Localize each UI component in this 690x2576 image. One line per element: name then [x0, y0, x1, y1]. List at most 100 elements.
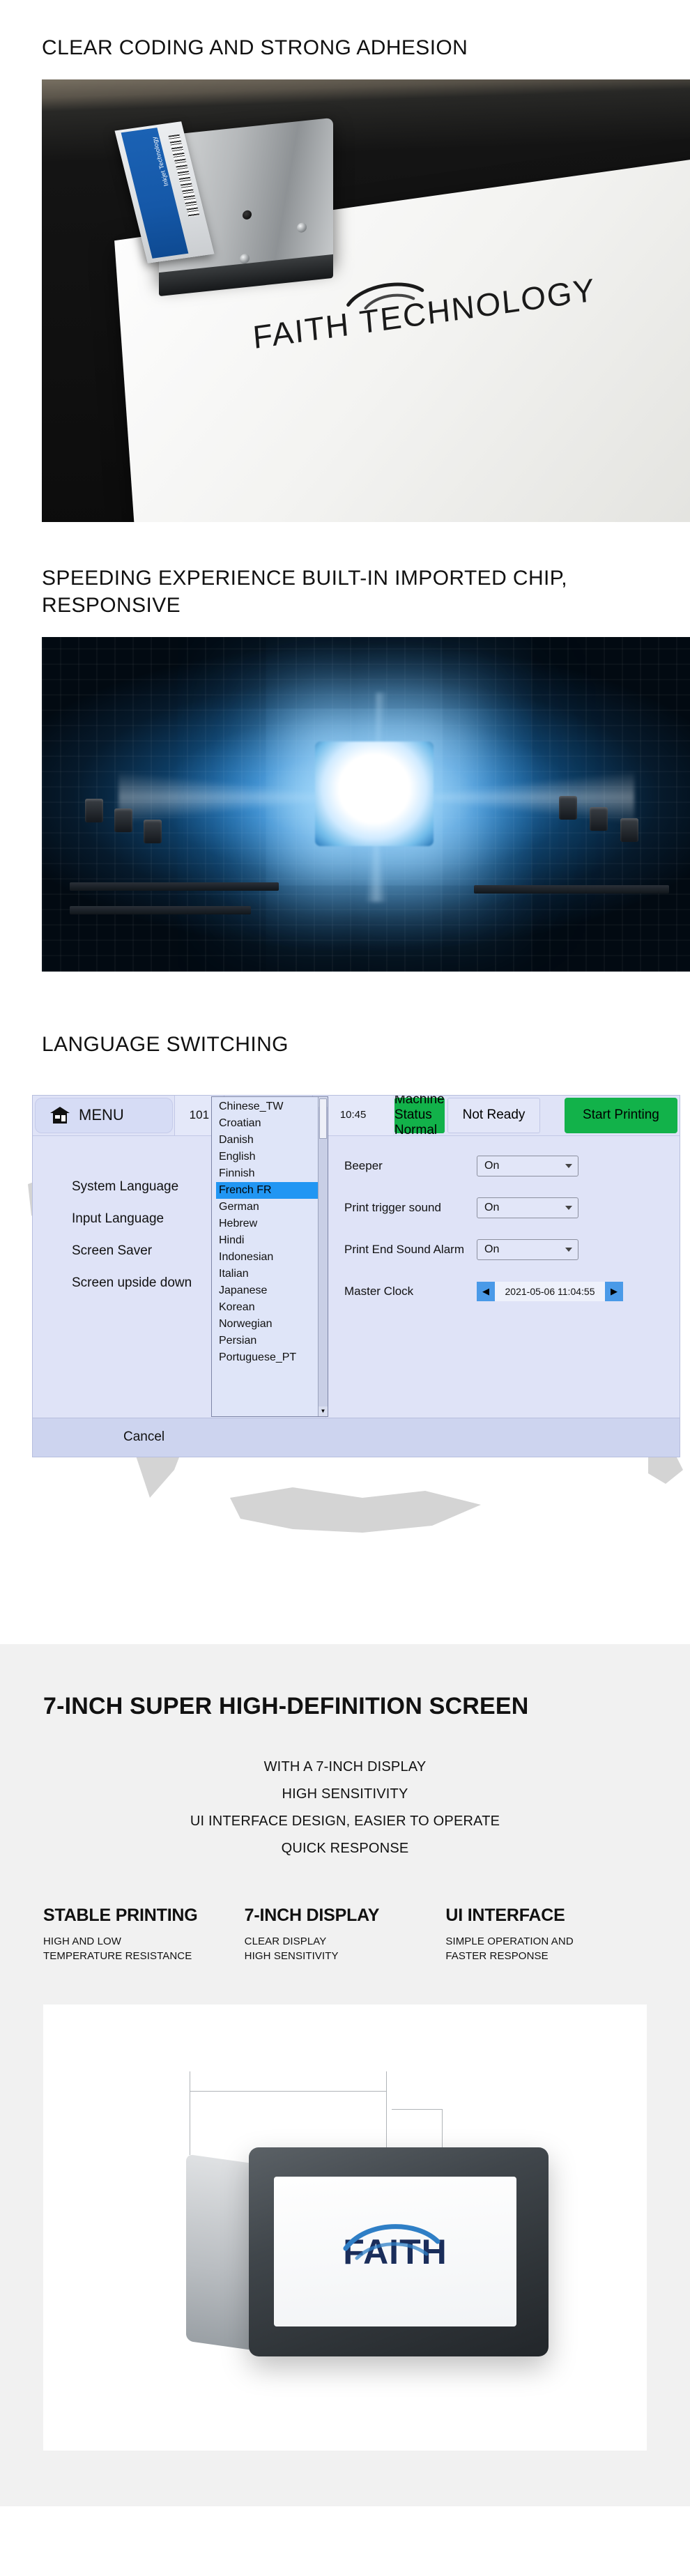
feature-desc-line1: SIMPLE OPERATION AND	[445, 1935, 574, 1947]
language-option-list: Chinese_TW Croatian Danish English Finni…	[212, 1097, 318, 1416]
language-option[interactable]: Indonesian	[216, 1249, 318, 1266]
feature-title: STABLE PRINTING	[43, 1905, 198, 1925]
promo-bullet-list: WITH A 7-INCH DISPLAY HIGH SENSITIVITY U…	[0, 1754, 690, 1862]
cancel-button[interactable]: Cancel	[123, 1429, 164, 1445]
hmi-settings-panel: Beeper On Print trigger sound On Print E…	[325, 1135, 680, 1418]
feature-stable-printing: STABLE PRINTING HIGH AND LOW TEMPERATURE…	[43, 1906, 245, 1965]
device-screen-logo: FAITH	[343, 2223, 447, 2272]
start-printing-button[interactable]: Start Printing	[564, 1097, 677, 1133]
dimension-line	[190, 2091, 386, 2092]
dimension-line	[392, 2109, 442, 2110]
feature-desc-line2: TEMPERATURE RESISTANCE	[43, 1950, 192, 1963]
house-icon	[50, 1107, 70, 1124]
feature-desc-line2: FASTER RESPONSE	[445, 1950, 549, 1963]
master-clock-label: Master Clock	[344, 1284, 414, 1298]
ready-state-button[interactable]: Not Ready	[447, 1097, 541, 1133]
faith-swoosh-icon	[343, 2223, 440, 2260]
pcb-capacitor	[144, 820, 162, 844]
language-option[interactable]: Danish	[216, 1132, 318, 1149]
pcb-capacitor	[85, 799, 103, 823]
setting-row-master-clock: Master Clock ◀ 2021-05-06 11:04:55 ▶	[344, 1275, 661, 1308]
menu-button[interactable]: MENU	[35, 1097, 173, 1133]
language-option[interactable]: Italian	[216, 1266, 318, 1282]
language-option[interactable]: Croatian	[216, 1115, 318, 1132]
feature-columns: STABLE PRINTING HIGH AND LOW TEMPERATURE…	[0, 1862, 690, 1965]
beeper-select[interactable]: On	[477, 1155, 578, 1176]
machine-status-badge: Machine Status Normal	[394, 1094, 445, 1138]
clock-prev-arrow-icon[interactable]: ◀	[477, 1281, 495, 1301]
print-end-sound-alarm-value: On	[484, 1243, 500, 1255]
device-body: FAITH	[186, 2147, 549, 2357]
feature-7inch-display: 7-INCH DISPLAY CLEAR DISPLAY HIGH SENSIT…	[245, 1906, 446, 1965]
print-trigger-sound-label: Print trigger sound	[344, 1200, 441, 1214]
pcb-capacitor	[114, 808, 132, 833]
print-trigger-sound-value: On	[484, 1201, 500, 1213]
language-option[interactable]: German	[216, 1199, 318, 1216]
scrollbar-thumb[interactable]	[319, 1098, 327, 1139]
photo2-glowing-chip	[315, 742, 434, 847]
dimension-line	[386, 2071, 387, 2156]
photo-chip-circuitboard	[42, 637, 690, 972]
promo-bullet: UI INTERFACE DESIGN, EASIER TO OPERATE	[190, 1813, 500, 1829]
chevron-down-icon	[565, 1247, 572, 1252]
pcb-slot	[70, 906, 251, 915]
promo-bullet: HIGH SENSITIVITY	[282, 1786, 408, 1802]
pcb-capacitor	[559, 796, 577, 820]
language-option[interactable]: Japanese	[216, 1282, 318, 1299]
language-option[interactable]: Finnish	[216, 1165, 318, 1182]
language-option[interactable]: Hindi	[216, 1232, 318, 1249]
section-7inch-screen-promo: 7-INCH SUPER HIGH-DEFINITION SCREEN WITH…	[0, 1643, 690, 2507]
pcb-capacitor	[620, 818, 638, 843]
language-option[interactable]: English	[216, 1149, 318, 1165]
promo-bullet: WITH A 7-INCH DISPLAY	[263, 1758, 427, 1774]
setting-row-beeper: Beeper On	[344, 1150, 661, 1182]
feature-desc-line1: CLEAR DISPLAY	[244, 1935, 327, 1947]
language-option-selected[interactable]: French FR	[216, 1181, 318, 1199]
language-option[interactable]: Hebrew	[216, 1216, 318, 1232]
promo-title: 7-INCH SUPER HIGH-DEFINITION SCREEN	[43, 1692, 529, 1719]
section-2-heading: SPEEDING EXPERIENCE BUILT-IN IMPORTED CH…	[42, 567, 568, 617]
hmi-content-area: System Language Input Language Screen Sa…	[33, 1096, 680, 1418]
print-trigger-sound-select[interactable]: On	[477, 1197, 578, 1218]
language-dropdown[interactable]: Chinese_TW Croatian Danish English Finni…	[211, 1096, 328, 1417]
device-illustration-card: FAITH	[43, 2004, 647, 2451]
menu-button-label: MENU	[79, 1106, 124, 1124]
print-end-sound-alarm-select[interactable]: On	[477, 1239, 578, 1260]
master-clock-value: 2021-05-06 11:04:55	[495, 1281, 605, 1301]
hmi-touchscreen-panel: MENU 101 29-04-2021 10:45 Machine Status…	[32, 1094, 680, 1457]
language-option[interactable]: Korean	[216, 1299, 318, 1316]
device-screen: FAITH	[274, 2177, 516, 2327]
section-clear-coding: CLEAR CODING AND STRONG ADHESION FAITH T…	[0, 0, 690, 523]
feature-desc-line1: HIGH AND LOW	[43, 1935, 122, 1947]
photo-printhead-coding: FAITH TECHNOLOGY Inkjet Technology	[42, 79, 690, 523]
device-front-bezel: FAITH	[249, 2147, 549, 2357]
feature-title: 7-INCH DISPLAY	[244, 1905, 380, 1925]
feature-title: UI INTERFACE	[445, 1905, 565, 1925]
language-option[interactable]: Norwegian	[216, 1316, 318, 1333]
setting-row-print-trigger-sound: Print trigger sound On	[344, 1192, 661, 1224]
pcb-slot	[474, 885, 669, 894]
hmi-top-toolbar: MENU 101 29-04-2021 10:45 Machine Status…	[33, 1094, 680, 1138]
feature-desc-line2: HIGH SENSITIVITY	[244, 1950, 339, 1963]
section-1-heading: CLEAR CODING AND STRONG ADHESION	[42, 36, 468, 59]
language-option[interactable]: Persian	[216, 1333, 318, 1349]
language-dropdown-scrollbar[interactable]: ▲ ▼	[318, 1096, 328, 1416]
chevron-down-icon	[565, 1163, 572, 1168]
hmi-footer-bar: Cancel	[33, 1417, 680, 1457]
worldmap-backdrop: MENU 101 29-04-2021 10:45 Machine Status…	[0, 1079, 690, 1567]
bracket-screw-2	[240, 253, 250, 265]
promo-bullet: QUICK RESPONSE	[281, 1840, 409, 1856]
toolbar-spacer	[542, 1095, 563, 1135]
master-clock-stepper[interactable]: ◀ 2021-05-06 11:04:55 ▶	[477, 1281, 623, 1301]
section-speeding-experience: SPEEDING EXPERIENCE BUILT-IN IMPORTED CH…	[0, 522, 690, 972]
chevron-down-icon	[565, 1205, 572, 1210]
scroll-down-arrow-icon[interactable]: ▼	[319, 1406, 328, 1416]
print-end-sound-alarm-label: Print End Sound Alarm	[344, 1242, 464, 1256]
language-option[interactable]: Chinese_TW	[216, 1098, 318, 1115]
language-option[interactable]: Portuguese_PT	[216, 1349, 318, 1366]
clock-next-arrow-icon[interactable]: ▶	[605, 1281, 623, 1301]
bracket-hole	[243, 210, 252, 220]
pcb-slot	[70, 882, 279, 891]
beeper-label: Beeper	[344, 1158, 383, 1172]
bracket-screw-1	[297, 222, 307, 233]
